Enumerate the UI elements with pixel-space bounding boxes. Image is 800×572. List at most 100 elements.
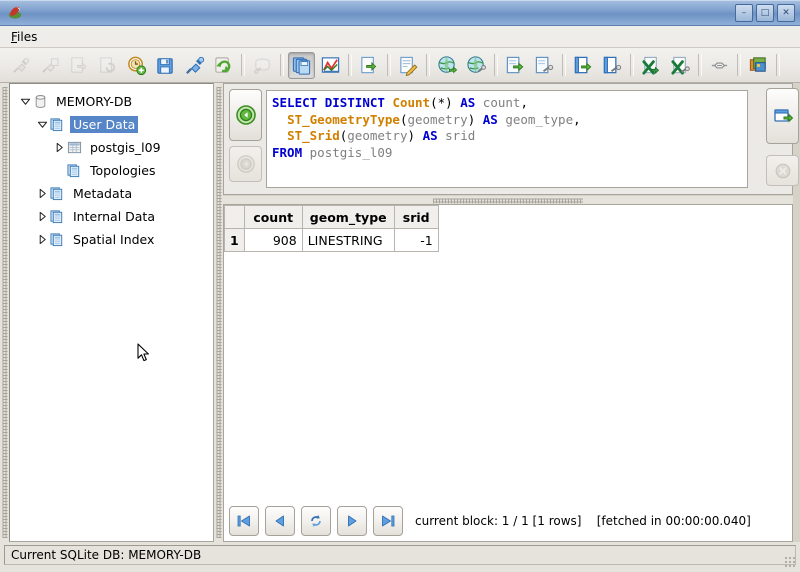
connect-memory-icon[interactable] [181, 52, 208, 79]
status-bar: Current SQLite DB: MEMORY-DB [0, 542, 800, 572]
chevron-right-icon[interactable] [35, 187, 49, 201]
save-as-icon [65, 52, 92, 79]
link-icon[interactable] [706, 52, 733, 79]
right-panel: SELECT DISTINCT Count(*) AS count, ST_Ge… [223, 83, 800, 542]
toolbar-separator [387, 54, 391, 76]
maximize-button[interactable]: □ [756, 4, 774, 22]
vacuum-icon [94, 52, 121, 79]
export-page-icon[interactable] [502, 52, 529, 79]
left-splitter-handle[interactable] [0, 83, 9, 542]
tree-item-label: Spatial Index [73, 232, 155, 247]
raster-icon[interactable] [745, 52, 772, 79]
cell-geom_type[interactable]: LINESTRING [301, 228, 395, 252]
status-text: Current SQLite DB: MEMORY-DB [4, 545, 796, 565]
toolbar-separator [494, 54, 498, 76]
cell-count[interactable]: 908 [243, 228, 303, 252]
xls-import-icon[interactable] [638, 52, 665, 79]
stop-grey-icon [236, 155, 255, 173]
load-shapefile-icon[interactable] [288, 51, 315, 79]
first-block-button[interactable] [229, 506, 259, 536]
tree-item-label: Metadata [73, 186, 133, 201]
application-window: spatialite_gui [a GUI tool for SQLite/Sp… [0, 0, 800, 572]
menu-bar: Files [0, 26, 800, 48]
save-memory-db-icon[interactable] [152, 52, 179, 79]
toolbar-separator [426, 54, 430, 76]
main-body: MEMORY-DB User Data postgis_l09 Topologies M… [0, 83, 800, 542]
execute-sql-button[interactable] [229, 89, 262, 141]
new-memory-db-icon[interactable] [123, 52, 150, 79]
cell-srid[interactable]: -1 [393, 228, 439, 252]
row-index[interactable]: 1 [224, 228, 245, 252]
table-corner-header[interactable] [224, 205, 245, 229]
charts-icon[interactable] [317, 52, 344, 79]
menu-files-rest: iles [17, 30, 38, 44]
toolbar [0, 48, 800, 83]
toolbar-separator [280, 54, 284, 76]
toolbar-separator [737, 54, 741, 76]
toolbar-separator [776, 54, 780, 76]
last-block-button[interactable] [373, 506, 403, 536]
chevron-right-icon[interactable] [35, 210, 49, 224]
minimize-button[interactable]: – [735, 4, 753, 22]
pagination-status: current block: 1 / 1 [1 rows] [fetched i… [415, 514, 751, 528]
window-title: spatialite_gui [a GUI tool for SQLite/Sp… [0, 0, 800, 46]
export-page-grey-icon[interactable] [531, 52, 558, 79]
tree-item-topologies[interactable]: Topologies [10, 159, 213, 182]
menu-item-files[interactable]: Files [6, 29, 42, 45]
stop-sql-button[interactable] [229, 146, 262, 182]
tree-item-postgis-l09[interactable]: postgis_l09 [10, 136, 213, 159]
table-icon [66, 140, 82, 156]
result-table[interactable]: count geom_type srid 1 908 LINESTRING -1 [224, 205, 439, 252]
tables-icon [49, 186, 65, 202]
import-txt-icon[interactable] [356, 52, 383, 79]
tree-item-label: postgis_l09 [90, 140, 161, 155]
title-bar: spatialite_gui [a GUI tool for SQLite/Sp… [0, 0, 800, 46]
network-build-icon[interactable] [463, 52, 490, 79]
previous-block-button[interactable] [265, 506, 295, 536]
clear-grey-icon [775, 163, 790, 178]
next-block-button[interactable] [337, 506, 367, 536]
tree-item-label: User Data [70, 116, 139, 133]
xls-export-icon[interactable] [667, 52, 694, 79]
refresh-icon[interactable] [210, 52, 237, 79]
tree-item-internal-data[interactable]: Internal Data [10, 205, 213, 228]
close-button[interactable]: ✕ [777, 4, 795, 22]
resize-grip[interactable] [785, 557, 797, 569]
middle-splitter-handle[interactable] [214, 83, 223, 542]
execute-green-icon [235, 105, 256, 125]
dump-icon[interactable] [570, 52, 597, 79]
pagination-bar: current block: 1 / 1 [1 rows] [fetched i… [223, 500, 793, 542]
tables-icon [49, 232, 65, 248]
tree-item-label: Topologies [90, 163, 156, 178]
tree-item-spatial-index[interactable]: Spatial Index [10, 228, 213, 251]
column-header-geom_type[interactable]: geom_type [301, 205, 395, 229]
tree-item-label: MEMORY-DB [56, 94, 133, 109]
chevron-right-icon[interactable] [52, 141, 66, 155]
clear-sql-button[interactable] [766, 155, 799, 186]
sql-query-text[interactable]: SELECT DISTINCT Count(*) AS count, ST_Ge… [266, 90, 748, 188]
tables-icon [66, 163, 82, 179]
column-header-count[interactable]: count [243, 205, 303, 229]
database-tree: MEMORY-DB User Data postgis_l09 Topologies M… [10, 84, 213, 251]
result-set-panel: count geom_type srid 1 908 LINESTRING -1 [223, 204, 793, 542]
chevron-down-icon[interactable] [35, 118, 49, 132]
edit-sql-icon[interactable] [395, 52, 422, 79]
dump-grey-icon[interactable] [599, 52, 626, 79]
database-tree-panel[interactable]: MEMORY-DB User Data postgis_l09 Topologies M… [9, 83, 214, 542]
tree-item-memory-db[interactable]: MEMORY-DB [10, 90, 213, 113]
refresh-block-button[interactable] [301, 506, 331, 536]
tree-item-user-data[interactable]: User Data [10, 113, 213, 136]
toolbar-separator [630, 54, 634, 76]
network-load-icon[interactable] [434, 52, 461, 79]
window-controls: – □ ✕ [735, 4, 795, 22]
toolbar-separator [698, 54, 702, 76]
tree-item-metadata[interactable]: Metadata [10, 182, 213, 205]
chevron-right-icon[interactable] [35, 233, 49, 247]
toolbar-separator [241, 54, 245, 76]
chevron-down-icon[interactable] [18, 95, 32, 109]
tree-item-label: Internal Data [73, 209, 155, 224]
column-header-srid[interactable]: srid [393, 205, 439, 229]
export-result-button[interactable] [766, 88, 799, 144]
table-row[interactable]: 1 908 LINESTRING -1 [224, 228, 439, 252]
